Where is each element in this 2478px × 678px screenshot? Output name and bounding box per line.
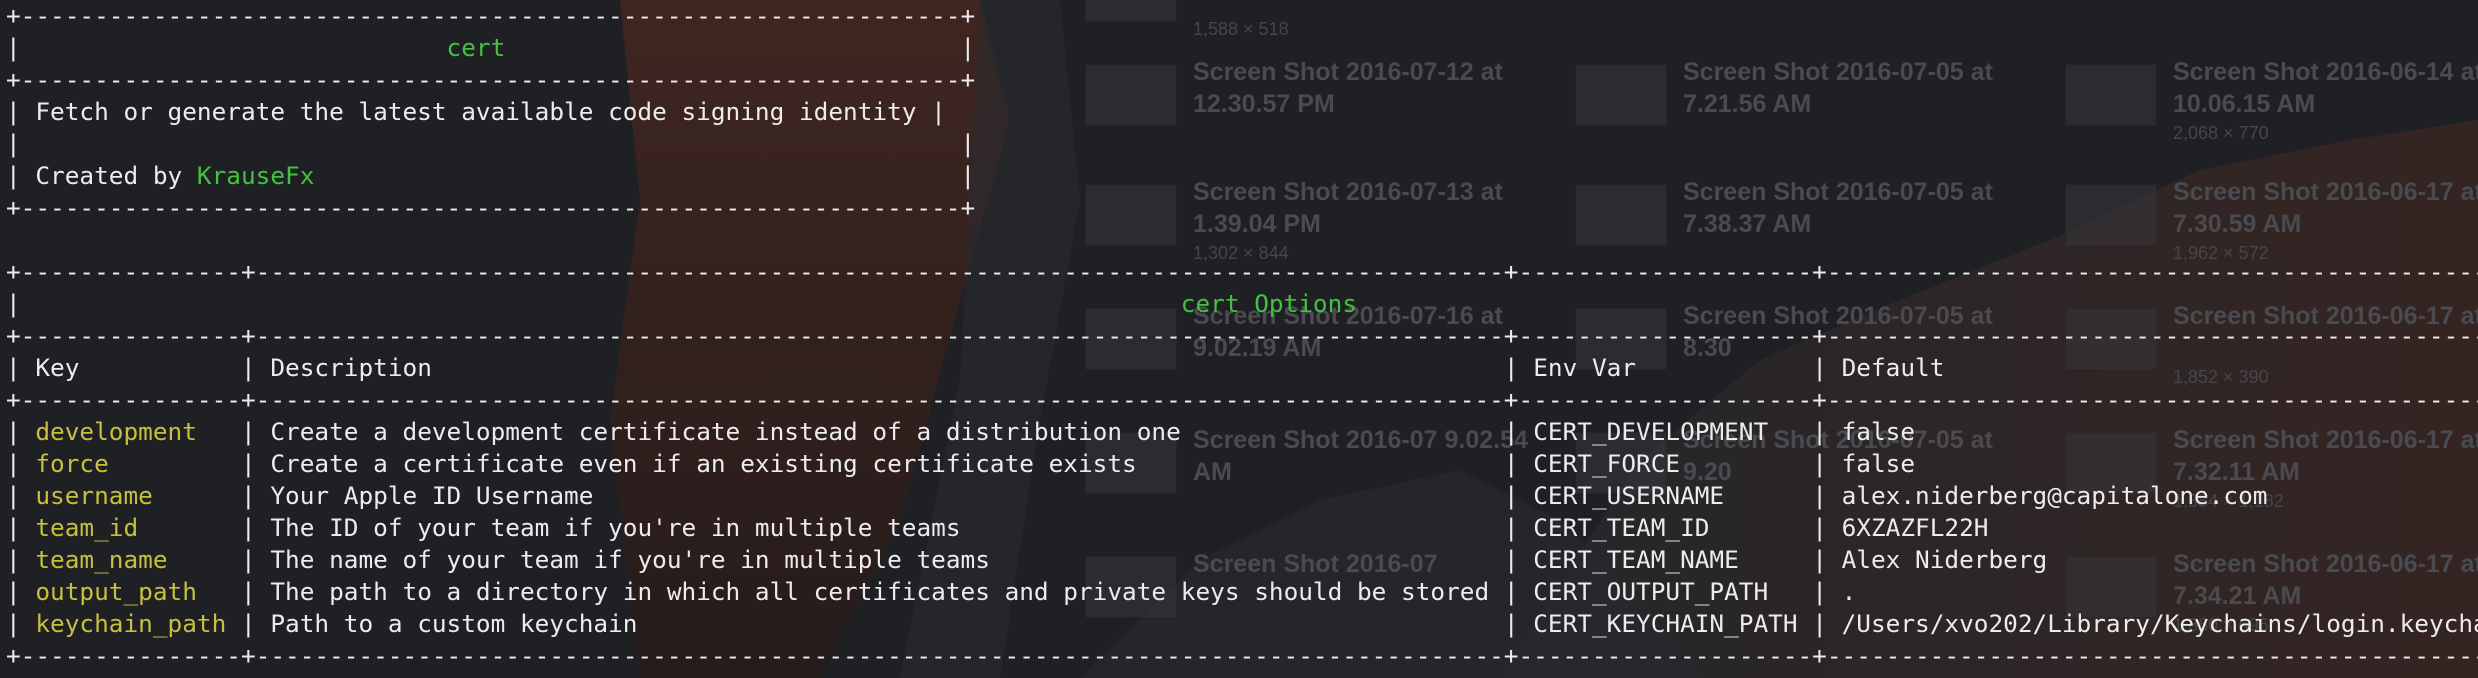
option-default: Alex Niderberg <box>1841 545 2048 574</box>
option-default: /Users/xvo202/Library/Keychains/login.ke… <box>1841 609 2478 638</box>
option-description: The path to a directory in which all cer… <box>270 577 1490 606</box>
options-title-row: | cert Options | <box>6 289 2478 318</box>
header-border-top: +---------------------------------------… <box>6 1 976 30</box>
option-row: | username | Your Apple ID Username | CE… <box>6 481 2268 510</box>
column-header-default: Default <box>1841 353 1945 382</box>
options-border-title: +---------------+-----------------------… <box>6 321 2478 350</box>
option-env-var: CERT_DEVELOPMENT <box>1533 417 1769 446</box>
option-description: Create a development certificate instead… <box>270 417 1181 446</box>
option-env-var: CERT_FORCE <box>1533 449 1681 478</box>
option-key: username <box>35 481 153 510</box>
option-default: false <box>1841 449 1916 478</box>
option-env-var: CERT_KEYCHAIN_PATH <box>1533 609 1798 638</box>
option-key: force <box>35 449 109 478</box>
option-key: team_id <box>35 513 139 542</box>
options-table-title: cert Options <box>1180 289 1357 318</box>
terminal-output: +---------------------------------------… <box>6 0 2478 672</box>
options-border-top: +---------------+-----------------------… <box>6 257 2478 286</box>
header-border-bottom: +---------------------------------------… <box>6 193 976 222</box>
option-key: team_name <box>35 545 168 574</box>
tool-title: cert <box>446 33 506 62</box>
options-border-header: +---------------+-----------------------… <box>6 385 2478 414</box>
column-header-key: Key <box>35 353 80 382</box>
option-row: | team_name | The name of your team if y… <box>6 545 2048 574</box>
header-blank-row: | | <box>6 129 976 158</box>
column-header-env-var: Env Var <box>1533 353 1637 382</box>
spacer-line <box>6 224 2478 256</box>
option-env-var: CERT_TEAM_ID <box>1533 513 1710 542</box>
option-row: | keychain_path | Path to a custom keych… <box>6 608 2478 640</box>
column-header-description: Description <box>270 353 432 382</box>
option-key: keychain_path <box>35 609 227 638</box>
option-default: 6XZAZFL22H <box>1841 513 1989 542</box>
option-env-var: CERT_TEAM_NAME <box>1533 545 1739 574</box>
options-border-bottom: +---------------+-----------------------… <box>6 641 2478 670</box>
tool-description: Fetch or generate the latest available c… <box>35 97 917 126</box>
option-row: | force | Create a certificate even if a… <box>6 449 1916 478</box>
option-default: false <box>1841 417 1916 446</box>
option-description: Create a certificate even if an existing… <box>270 449 1137 478</box>
options-header-row: | Key | Description | Env Var | Default … <box>6 353 1945 382</box>
option-key: output_path <box>35 577 197 606</box>
option-env-var: CERT_OUTPUT_PATH <box>1533 577 1769 606</box>
header-author-row: | Created by KrauseFx | <box>6 161 976 190</box>
option-description: The name of your team if you're in multi… <box>270 545 990 574</box>
option-description: Path to a custom keychain <box>270 609 638 638</box>
option-row: | team_id | The ID of your team if you'r… <box>6 513 1989 542</box>
author-name: KrauseFx <box>196 161 315 190</box>
option-row: | development | Create a development cer… <box>6 417 1916 446</box>
option-key: development <box>35 417 197 446</box>
option-description: The ID of your team if you're in multipl… <box>270 513 961 542</box>
option-row: | output_path | The path to a directory … <box>6 577 2478 606</box>
option-default: . <box>1841 577 1857 606</box>
option-env-var: CERT_USERNAME <box>1533 481 1725 510</box>
option-default: alex.niderberg@capitalone.com <box>1841 481 2268 510</box>
header-border-mid: +---------------------------------------… <box>6 65 976 94</box>
header-description-row: | Fetch or generate the latest available… <box>6 97 946 126</box>
option-description: Your Apple ID Username <box>270 481 594 510</box>
created-by-label: Created by <box>35 161 183 190</box>
header-title-row: | cert | <box>6 33 976 62</box>
